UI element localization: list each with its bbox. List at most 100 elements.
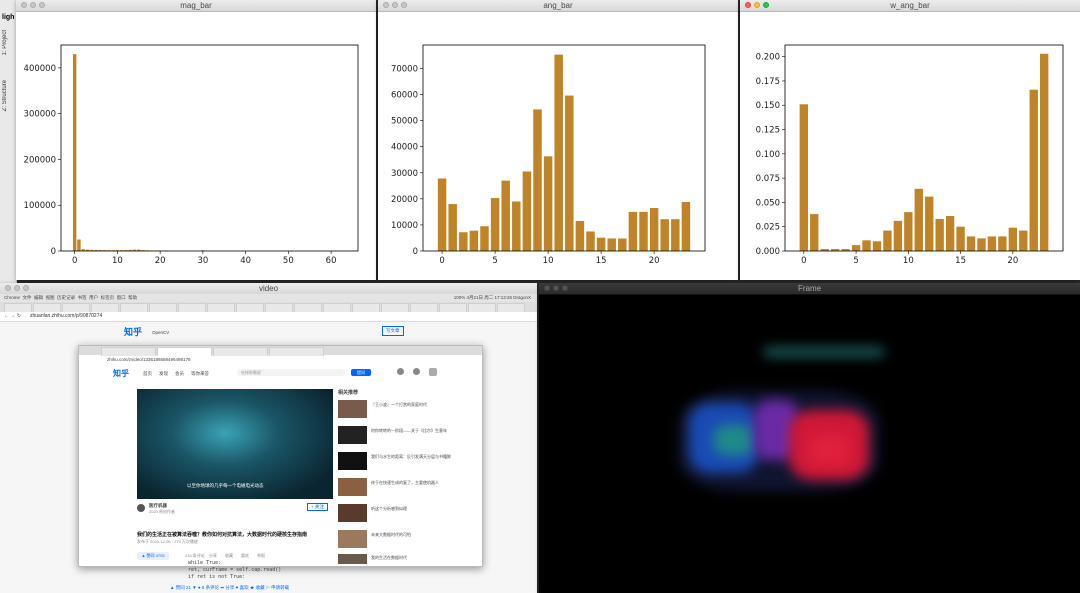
follow-button[interactable]: + 关注 bbox=[307, 503, 328, 511]
related-thumbnail[interactable] bbox=[338, 504, 367, 522]
related-item[interactable]: 未来大数据时代的可怕 bbox=[371, 532, 451, 538]
write-article-button[interactable]: 写文章 bbox=[382, 326, 404, 336]
related-item[interactable]: 何你转转的一阶段——关于《比尔》生意年 bbox=[371, 428, 451, 434]
popup-url-field[interactable]: zhihu.com/zvideo/1336186669496498176 bbox=[107, 357, 191, 362]
nav-answer[interactable]: 等你来答 bbox=[191, 371, 209, 377]
related-thumbnail[interactable] bbox=[338, 426, 367, 444]
bar bbox=[596, 237, 606, 251]
nav-arrows-icon[interactable]: ← → ↻ bbox=[4, 313, 21, 319]
frame-window: Frame bbox=[539, 283, 1080, 593]
nav-home[interactable]: 首页 bbox=[143, 371, 152, 377]
nav-vip[interactable]: 会员 bbox=[175, 371, 184, 377]
bar bbox=[945, 216, 955, 251]
browser-tab[interactable] bbox=[62, 303, 90, 312]
bar bbox=[1008, 227, 1018, 251]
ask-button[interactable]: 提问 bbox=[351, 369, 371, 376]
browser-tab[interactable] bbox=[497, 303, 525, 312]
browser-tab[interactable] bbox=[178, 303, 206, 312]
titlebar[interactable]: w_ang_bar bbox=[740, 0, 1080, 12]
video-player[interactable]: 以至你地球的几乎每一个电磁电光动态 bbox=[137, 389, 333, 499]
menu-bookmarks[interactable]: 书签 bbox=[78, 295, 87, 300]
browser-tab[interactable] bbox=[468, 303, 496, 312]
upvote-button[interactable]: ▲ 赞同 4703 bbox=[137, 552, 169, 560]
browser-tab[interactable] bbox=[410, 303, 438, 312]
related-item[interactable]: 我们与水生的距离：反引发满天分层与书籍鲜 bbox=[371, 454, 451, 460]
browser-tab[interactable] bbox=[33, 303, 61, 312]
favorite-button[interactable]: 收藏 bbox=[225, 553, 233, 559]
titlebar[interactable]: ang_bar bbox=[378, 0, 738, 12]
message-icon[interactable] bbox=[413, 368, 420, 375]
bar bbox=[437, 178, 447, 251]
browser-tab[interactable] bbox=[4, 303, 32, 312]
url-field[interactable]: zhuanlan.zhihu.com/p/90870274 bbox=[30, 313, 102, 319]
menu-view[interactable]: 视图 bbox=[46, 295, 55, 300]
ide-tab-structure[interactable]: Z: Structure bbox=[2, 80, 8, 111]
related-thumbnail[interactable] bbox=[338, 554, 367, 564]
bar bbox=[543, 156, 553, 251]
related-thumbnail[interactable] bbox=[338, 530, 367, 548]
zhihu-logo[interactable]: 知乎 bbox=[113, 368, 129, 379]
ide-tab-project[interactable]: 1: Project bbox=[2, 30, 8, 55]
article-title[interactable]: 我们的生活正在被算法吞噬？教你如何对抗算法，大数据时代的硬核生存指南 bbox=[137, 531, 333, 538]
menubar-items[interactable]: Chrome 文件 编辑 视图 历史记录 书签 用户 标签页 窗口 帮助 bbox=[4, 294, 137, 302]
y-tick-label: 100000 bbox=[24, 201, 56, 211]
avatar[interactable] bbox=[429, 368, 437, 376]
browser-tab[interactable] bbox=[120, 303, 148, 312]
y-tick-label: 0.150 bbox=[756, 101, 780, 111]
y-tick-label: 30000 bbox=[391, 169, 418, 179]
menu-window[interactable]: 窗口 bbox=[117, 295, 126, 300]
browser-tab[interactable] bbox=[323, 303, 351, 312]
bar bbox=[469, 230, 479, 251]
related-thumbnail[interactable] bbox=[338, 478, 367, 496]
browser-tab[interactable] bbox=[352, 303, 380, 312]
menu-history[interactable]: 历史记录 bbox=[57, 295, 75, 300]
related-item[interactable]: 『王小波』一个打赏的家庭时代 bbox=[371, 402, 451, 408]
browser-tab[interactable] bbox=[149, 303, 177, 312]
browser-tab[interactable] bbox=[269, 347, 324, 356]
w-ang-bar-window: w_ang_bar 0 5 10 15 20 0.000 0.025 0.050 0.075 0.… bbox=[740, 0, 1080, 280]
plot-frame bbox=[60, 44, 359, 252]
comments-count[interactable]: 234 条评论 bbox=[185, 553, 205, 559]
related-thumbnail[interactable] bbox=[338, 452, 367, 470]
related-thumbnail[interactable] bbox=[338, 400, 367, 418]
browser-tab[interactable] bbox=[91, 303, 119, 312]
zhihu-logo[interactable]: 知乎 bbox=[124, 325, 142, 338]
menu-file[interactable]: 文件 bbox=[23, 295, 32, 300]
bottom-action-bar[interactable]: ▲ 赞同 21 ▼ ● 8 条评论 ➦ 分享 ♥ 喜欢 ★ 收藏 ⚐ 申请转载 bbox=[170, 585, 289, 591]
related-item[interactable]: 终于在快速生成的复了，主要使机器人 bbox=[371, 480, 451, 486]
code-line: while True: bbox=[188, 560, 222, 566]
x-tick-label: 20 bbox=[155, 256, 166, 266]
share-button[interactable]: 分享 bbox=[209, 553, 217, 559]
bar bbox=[575, 221, 585, 251]
bar bbox=[649, 207, 659, 251]
bar bbox=[72, 54, 77, 252]
nav-discover[interactable]: 发现 bbox=[159, 371, 168, 377]
search-input[interactable]: 吃掉那颗星 bbox=[237, 369, 345, 376]
notification-icon[interactable] bbox=[397, 368, 404, 375]
related-item[interactable]: 我的生活在数据时代 bbox=[371, 555, 451, 561]
x-tick-label: 0 bbox=[439, 256, 444, 266]
browser-tab[interactable] bbox=[381, 303, 409, 312]
browser-tab[interactable] bbox=[294, 303, 322, 312]
titlebar[interactable]: mag_bar bbox=[16, 0, 376, 12]
browser-tab[interactable] bbox=[101, 347, 156, 356]
browser-tab[interactable] bbox=[213, 347, 268, 356]
menu-tab[interactable]: 标签页 bbox=[101, 295, 115, 300]
menu-help[interactable]: 帮助 bbox=[128, 295, 137, 300]
bar bbox=[1029, 89, 1038, 251]
bar bbox=[639, 211, 648, 251]
report-button[interactable]: 举报 bbox=[257, 553, 265, 559]
menu-people[interactable]: 用户 bbox=[89, 295, 98, 300]
menu-edit[interactable]: 编辑 bbox=[34, 295, 43, 300]
browser-tab[interactable] bbox=[265, 303, 293, 312]
titlebar[interactable]: Frame bbox=[539, 283, 1080, 295]
flow-streak bbox=[764, 347, 884, 357]
browser-tab[interactable] bbox=[236, 303, 264, 312]
author-avatar[interactable] bbox=[137, 504, 145, 512]
like-button[interactable]: 喜欢 bbox=[241, 553, 249, 559]
browser-tab[interactable] bbox=[439, 303, 467, 312]
browser-tab-active[interactable] bbox=[157, 347, 212, 356]
related-item[interactable]: 听这个分析感到似理 bbox=[371, 506, 451, 512]
menu-chrome[interactable]: Chrome bbox=[4, 295, 20, 300]
browser-tab[interactable] bbox=[207, 303, 235, 312]
